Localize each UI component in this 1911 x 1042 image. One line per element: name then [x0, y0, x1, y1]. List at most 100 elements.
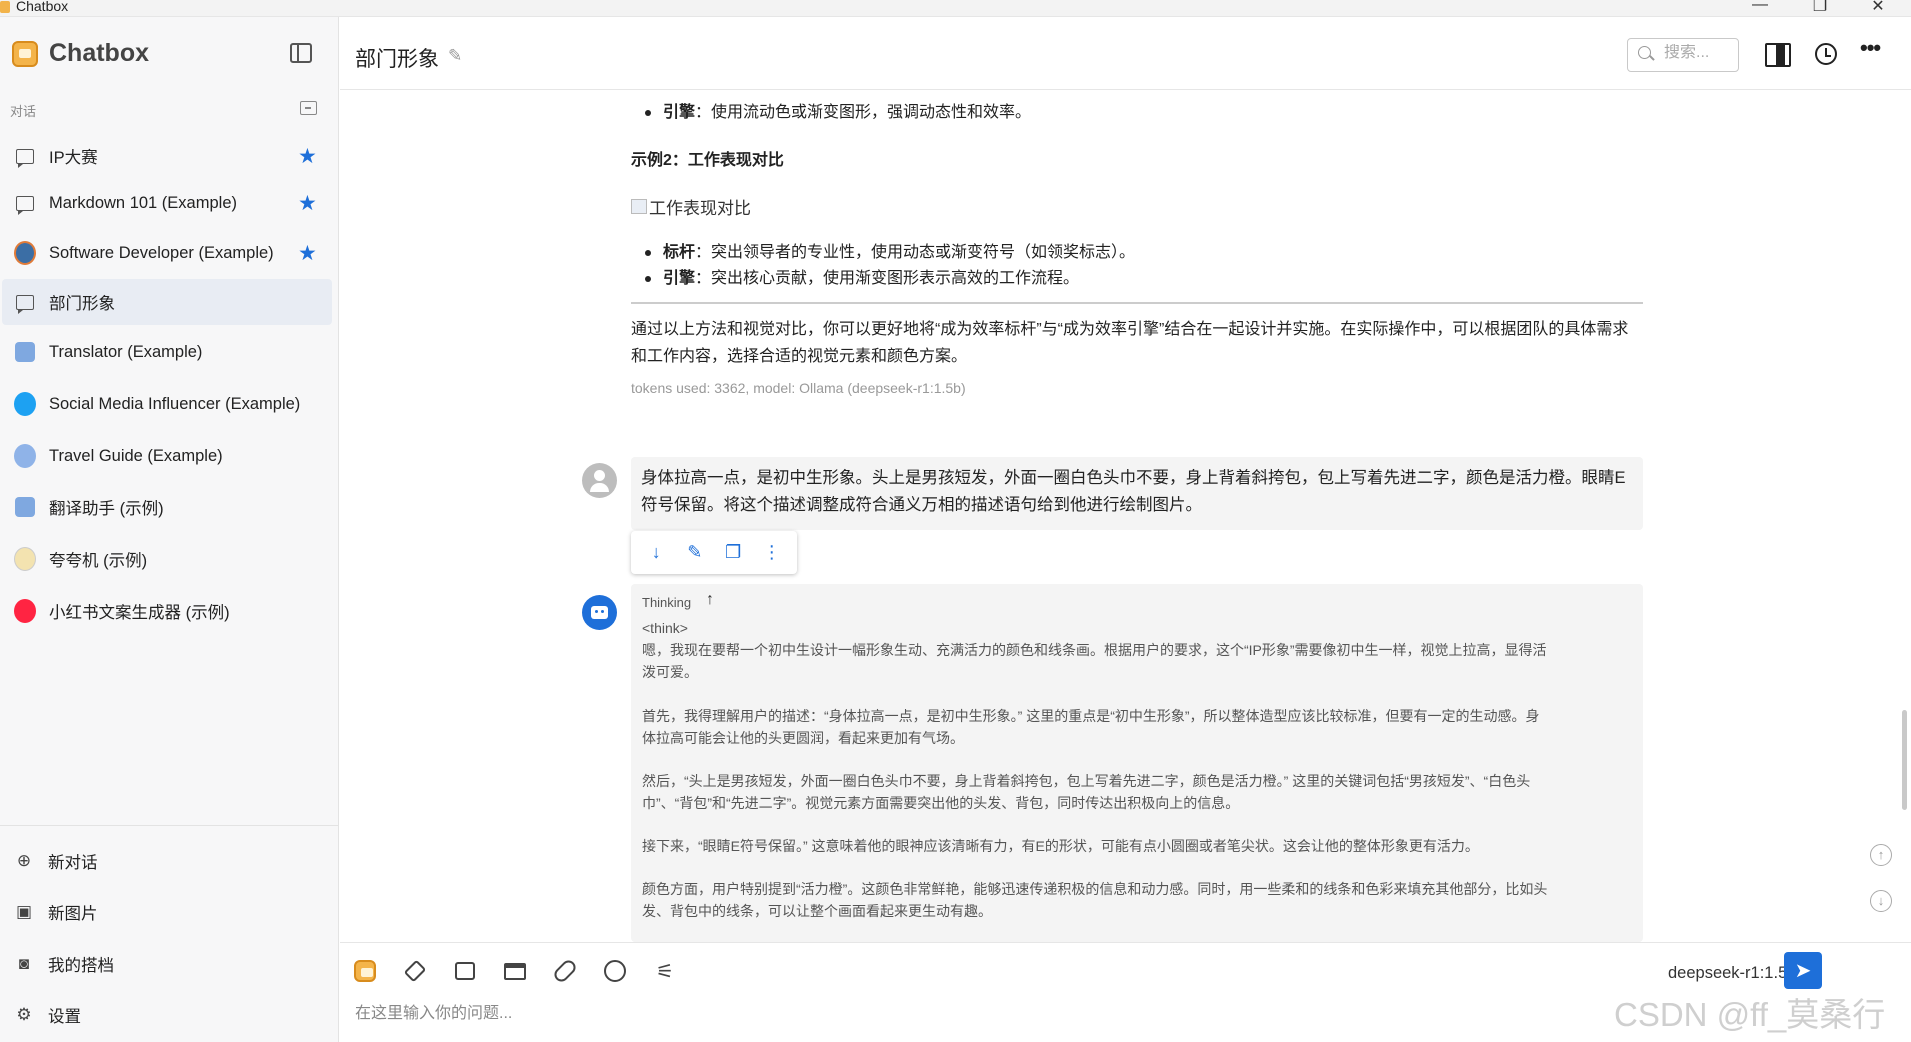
new-image-button[interactable]: ▣ 新图片 — [14, 897, 98, 927]
arrow-down-icon[interactable]: ↓ — [644, 542, 668, 563]
conversation-item[interactable]: Software Developer (Example) ★ — [2, 230, 332, 276]
add-circle-icon: ⊕ — [16, 851, 32, 870]
user-message: 身体拉高一点，是初中生形象。头上是男孩短发，外面一圈白色头巾不要，身上背着斜挎包… — [631, 457, 1643, 530]
conversation-item[interactable]: Markdown 101 (Example) ★ — [2, 180, 332, 226]
thinking-label: Thinking — [642, 595, 692, 610]
xiaohongshu-avatar-icon — [14, 599, 36, 623]
chatbox-logo-icon — [12, 40, 38, 67]
conversation-item[interactable]: 夸夸机 (示例) — [2, 536, 332, 582]
brand-name: Chatbox — [49, 39, 149, 67]
star-icon[interactable]: ★ — [298, 191, 317, 216]
broken-image-icon — [631, 199, 647, 214]
think-line: 巾”、“背包”和“先进二字”。视觉元素方面需要突出他的头发、背包，同时传达出积极… — [642, 795, 1240, 811]
scroll-to-top-icon[interactable]: ↑ — [1870, 844, 1892, 866]
think-line: <think> — [642, 620, 688, 636]
chat-bubble-icon — [16, 294, 34, 314]
history-icon[interactable] — [1815, 43, 1837, 65]
think-line: 嗯，我现在要帮一个初中生设计一幅形象生动、充满活力的颜色和线条画。根据用户的要求… — [642, 642, 1547, 658]
conversation-item[interactable]: 翻译助手 (示例) — [2, 484, 332, 530]
token-info: tokens used: 3362, model: Ollama (deepse… — [631, 380, 966, 396]
scrollbar-thumb[interactable] — [1902, 710, 1907, 810]
conversation-label: Markdown 101 (Example) — [49, 193, 237, 212]
settings-sliders-icon[interactable]: ⚟ — [652, 958, 678, 984]
globe-icon[interactable] — [602, 958, 628, 984]
conversation-label: 夸夸机 (示例) — [49, 552, 148, 570]
conversation-label: IP大赛 — [49, 149, 98, 167]
sidebar-divider — [0, 825, 339, 826]
twitter-avatar-icon — [14, 392, 36, 416]
message-input[interactable] — [355, 999, 1455, 1029]
conversation-item[interactable]: Travel Guide (Example) — [2, 433, 332, 479]
chat-header: 部门形象 ✎ ••• — [340, 17, 1911, 90]
conversation-label: Travel Guide (Example) — [49, 446, 223, 465]
scroll-to-bottom-icon[interactable]: ↓ — [1870, 890, 1892, 912]
my-partners-button[interactable]: ◙ 我的搭档 — [14, 949, 114, 979]
app-icon — [0, 1, 10, 13]
close-button[interactable]: ✕ — [1858, 0, 1898, 16]
split-view-icon[interactable] — [1765, 43, 1791, 67]
minimize-button[interactable]: — — [1740, 0, 1780, 14]
conversation-item[interactable]: Translator (Example) — [2, 329, 332, 375]
settings-button[interactable]: ⚙ 设置 — [14, 1000, 81, 1030]
assistant-paragraph: 通过以上方法和视觉对比，你可以更好地将“成为效率标杆”与“成为效率引擎”结合在一… — [631, 321, 1629, 365]
pencil-icon[interactable]: ✎ — [448, 46, 462, 66]
conversation-label: 部门形象 — [49, 295, 115, 313]
conversation-item[interactable]: Social Media Influencer (Example) — [2, 381, 332, 427]
collapse-thinking-icon[interactable]: ↑ — [706, 591, 714, 609]
conversation-item[interactable]: 小红书文案生成器 (示例) — [2, 588, 332, 634]
chatbox-logo-icon[interactable] — [352, 958, 378, 984]
page-title: 部门形象 — [355, 48, 439, 71]
conversation-item[interactable]: IP大赛 ★ — [2, 133, 332, 179]
new-chat-button[interactable]: ⊕ 新对话 — [14, 846, 98, 876]
think-line: 泼可爱。 — [642, 664, 698, 680]
conversation-label: 翻译助手 (示例) — [49, 500, 164, 518]
gear-icon: ⚙ — [16, 1005, 32, 1024]
window-title: Chatbox — [16, 0, 69, 14]
conversation-item-active[interactable]: 部门形象 — [2, 279, 332, 325]
broken-image: 工作表现对比 — [631, 194, 751, 219]
translator-avatar-icon — [15, 497, 35, 517]
eraser-icon[interactable] — [402, 958, 428, 984]
more-vertical-icon[interactable]: ⋮ — [760, 542, 784, 563]
divider — [631, 302, 1643, 304]
think-line: 然后，“头上是男孩短发，外面一圈白色头巾不要，身上背着斜挎包，包上写着先进二字，… — [642, 773, 1531, 789]
star-icon[interactable]: ★ — [298, 144, 317, 169]
cheer-avatar-icon — [14, 547, 36, 571]
message-thread: 引擎：使用流动色或渐变图形，强调动态性和效率。 示例2：工作表现对比 工作表现对… — [340, 90, 1911, 942]
star-icon[interactable]: ★ — [298, 241, 317, 266]
window-titlebar: Chatbox — ❐ ✕ — [0, 0, 1911, 17]
settings-label: 设置 — [48, 1008, 81, 1026]
brand: Chatbox — [12, 39, 149, 68]
example-heading: 示例2：工作表现对比 — [631, 152, 784, 169]
copy-icon[interactable]: ❐ — [721, 542, 745, 563]
sidebar: Chatbox 对话 IP大赛 ★ Markdown 101 (Example)… — [0, 17, 339, 1042]
maximize-button[interactable]: ❐ — [1800, 0, 1840, 16]
assistant-message: Thinking ↑ <think> 嗯，我现在要帮一个初中生设计一幅形象生动、… — [631, 584, 1643, 942]
think-line: 颜色方面，用户特别提到“活力橙”。这颜色非常鲜艳，能够迅速传递积极的信息和动力感… — [642, 881, 1548, 897]
translator-avatar-icon — [15, 342, 35, 362]
chat-bubble-icon — [16, 195, 34, 215]
image-icon[interactable] — [452, 958, 478, 984]
new-image-label: 新图片 — [48, 905, 98, 923]
assistant-avatar — [582, 595, 617, 630]
more-icon[interactable]: ••• — [1860, 35, 1886, 60]
list-item: 引擎：突出核心贡献，使用渐变图形表示高效的工作流程。 — [645, 264, 1079, 288]
list-item: 标杆：突出领导者的专业性，使用动态或渐变符号（如领奖标志）。 — [645, 238, 1135, 262]
send-button[interactable]: ➤ — [1784, 952, 1822, 989]
folder-icon[interactable] — [502, 958, 528, 984]
link-icon[interactable] — [551, 957, 579, 985]
clear-conversations-icon[interactable] — [300, 101, 317, 115]
user-avatar — [582, 463, 617, 498]
conversation-label: Translator (Example) — [49, 342, 203, 361]
think-line: 体拉高可能会让他的头更圆润，看起来更加有气场。 — [642, 730, 964, 746]
pencil-icon[interactable]: ✎ — [683, 542, 707, 563]
conversations-section-label: 对话 — [10, 104, 37, 119]
conversation-label: Software Developer (Example) — [49, 243, 274, 262]
collapse-sidebar-icon[interactable] — [290, 43, 312, 63]
search-box[interactable] — [1627, 38, 1739, 72]
conversation-label: Social Media Influencer (Example) — [49, 394, 301, 413]
developer-avatar-icon — [14, 241, 36, 265]
list-item: 引擎：使用流动色或渐变图形，强调动态性和效率。 — [645, 98, 1031, 122]
search-input[interactable] — [1664, 44, 1734, 62]
think-line: 接下来，“眼睛E符号保留。” 这意味着他的眼神应该清晰有力，有E的形状，可能有点… — [642, 838, 1479, 854]
